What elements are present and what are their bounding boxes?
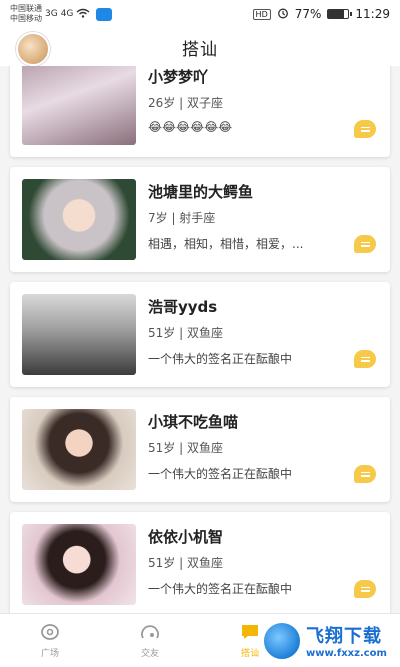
status-bar: 中国联通 中国移动 3G 4G HD 77% 11:29 bbox=[0, 0, 400, 28]
watermark: 飞翔下载 www.fxxz.com bbox=[262, 614, 400, 667]
carrier-1: 中国联通 bbox=[10, 4, 42, 13]
user-signature: 相遇，相知，相惜，相爱，... bbox=[148, 237, 304, 251]
plaza-icon bbox=[41, 624, 59, 640]
user-photo[interactable] bbox=[22, 66, 136, 145]
tab-chat-label: 搭讪 bbox=[240, 649, 259, 659]
chat-icon-line bbox=[360, 356, 370, 358]
battery-percent: 77% bbox=[294, 7, 322, 21]
wifi-icon bbox=[76, 8, 90, 21]
carrier-2: 中国移动 bbox=[10, 14, 42, 23]
watermark-logo-icon bbox=[262, 620, 302, 661]
chat-icon bbox=[242, 625, 258, 639]
tab-friends-label: 交友 bbox=[140, 649, 159, 659]
chat-icon-line bbox=[360, 475, 370, 477]
chat-icon-line bbox=[360, 245, 370, 247]
friends-icon bbox=[141, 625, 159, 639]
chat-button[interactable] bbox=[354, 120, 376, 138]
user-age-zodiac: 51岁 | 双鱼座 bbox=[148, 326, 223, 340]
clock-time: 11:29 bbox=[355, 7, 390, 21]
user-signature: 一个伟大的签名正在酝酿中 bbox=[148, 467, 293, 481]
user-signature: 😂😂😂😂😂😂 bbox=[148, 120, 233, 134]
app-header: 搭讪 bbox=[0, 28, 400, 66]
alarm-icon bbox=[277, 7, 289, 22]
chat-button[interactable] bbox=[354, 350, 376, 368]
carrier-info: 中国联通 中国移动 bbox=[10, 4, 42, 24]
chat-button[interactable] bbox=[354, 235, 376, 253]
watermark-text: 飞翔下载 www.fxxz.com bbox=[306, 622, 387, 659]
user-age-zodiac: 51岁 | 双鱼座 bbox=[148, 556, 223, 570]
user-name: 池塘里的大鳄鱼 bbox=[148, 183, 254, 201]
user-photo[interactable] bbox=[22, 179, 136, 260]
hd-badge: HD bbox=[252, 8, 271, 20]
signal-1-icon: 3G bbox=[45, 9, 58, 19]
chat-icon-line bbox=[360, 586, 370, 588]
user-name: 依依小机智 bbox=[148, 528, 224, 546]
user-photo[interactable] bbox=[22, 409, 136, 490]
user-name: 小梦梦吖 bbox=[148, 68, 209, 86]
user-card[interactable]: 小琪不吃鱼喵 51岁 | 双鱼座 一个伟大的签名正在酝酿中 bbox=[10, 397, 390, 502]
user-card[interactable]: 依依小机智 51岁 | 双鱼座 一个伟大的签名正在酝酿中 bbox=[10, 512, 390, 613]
chat-icon-line bbox=[360, 590, 370, 592]
user-age-zodiac: 51岁 | 双鱼座 bbox=[148, 441, 223, 455]
signal-2-icon: 4G bbox=[60, 9, 74, 19]
user-name: 小琪不吃鱼喵 bbox=[148, 413, 239, 431]
user-card[interactable]: 池塘里的大鳄鱼 7岁 | 射手座 相遇，相知，相惜，相爱，... bbox=[10, 167, 390, 272]
user-age-zodiac: 7岁 | 射手座 bbox=[148, 211, 216, 225]
watermark-url: www.fxxz.com bbox=[306, 648, 387, 659]
chat-icon-line bbox=[360, 130, 370, 132]
battery-icon bbox=[327, 9, 353, 19]
user-photo[interactable] bbox=[22, 294, 136, 375]
user-name: 浩哥yyds bbox=[148, 298, 218, 316]
app-notification-icon bbox=[96, 7, 113, 21]
chat-icon-line bbox=[360, 471, 370, 473]
avatar[interactable] bbox=[16, 32, 50, 66]
page-title: 搭讪 bbox=[182, 39, 218, 60]
tab-friends[interactable]: 交友 bbox=[100, 614, 200, 667]
user-age-zodiac: 26岁 | 双子座 bbox=[148, 96, 223, 110]
user-signature: 一个伟大的签名正在酝酿中 bbox=[148, 582, 293, 596]
battery-fill bbox=[328, 10, 344, 18]
user-signature: 一个伟大的签名正在酝酿中 bbox=[148, 352, 293, 366]
tab-plaza-label: 广场 bbox=[40, 649, 59, 659]
chat-button[interactable] bbox=[354, 465, 376, 483]
user-card[interactable]: 小梦梦吖 26岁 | 双子座 😂😂😂😂😂😂 bbox=[10, 66, 390, 157]
user-list[interactable]: 小梦梦吖 26岁 | 双子座 😂😂😂😂😂😂 池塘里的大鳄鱼 7岁 | 射手座 相… bbox=[0, 66, 400, 613]
tab-plaza[interactable]: 广场 bbox=[0, 614, 100, 667]
user-photo[interactable] bbox=[22, 524, 136, 605]
watermark-title: 飞翔下载 bbox=[306, 626, 382, 647]
chat-icon-line bbox=[360, 126, 370, 128]
user-card[interactable]: 浩哥yyds 51岁 | 双鱼座 一个伟大的签名正在酝酿中 bbox=[10, 282, 390, 387]
chat-icon-line bbox=[360, 241, 370, 243]
chat-button[interactable] bbox=[354, 580, 376, 598]
chat-icon-line bbox=[360, 360, 370, 362]
